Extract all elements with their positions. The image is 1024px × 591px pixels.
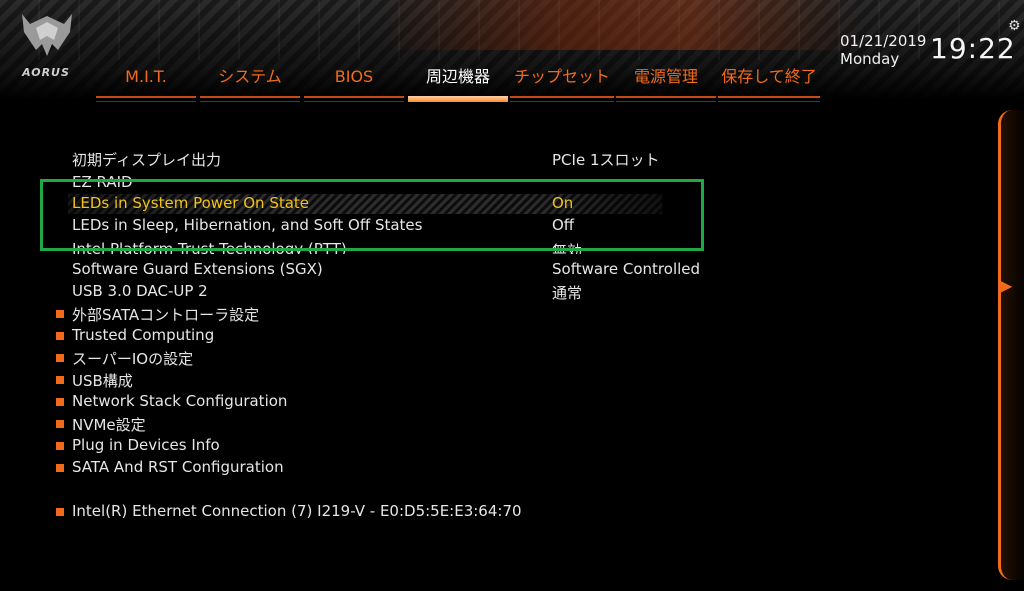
tab-chipset[interactable]: チップセット bbox=[510, 66, 614, 102]
tab-system[interactable]: システム bbox=[200, 66, 300, 102]
submenu-nvme[interactable]: NVMe設定 bbox=[72, 414, 146, 435]
chevron-right-icon[interactable]: ▶ bbox=[1000, 276, 1012, 295]
setting-usb-dac-up-label[interactable]: USB 3.0 DAC-UP 2 bbox=[72, 282, 208, 300]
submenu-bullet-icon bbox=[56, 508, 64, 516]
tab-power-management[interactable]: 電源管理 bbox=[616, 66, 716, 102]
setting-initial-display-output-value[interactable]: PCIe 1スロット bbox=[552, 149, 659, 170]
submenu-bullet-icon bbox=[56, 420, 64, 428]
tab-bios[interactable]: BIOS bbox=[304, 66, 404, 102]
setting-sgx-label[interactable]: Software Guard Extensions (SGX) bbox=[72, 260, 323, 278]
clock-time: 19:22 bbox=[930, 32, 1016, 65]
side-panel-tab[interactable] bbox=[998, 110, 1024, 580]
tab-mit[interactable]: M.I.T. bbox=[96, 66, 196, 102]
submenu-bullet-icon bbox=[56, 376, 64, 384]
submenu-intel-ethernet[interactable]: Intel(R) Ethernet Connection (7) I219-V … bbox=[72, 502, 522, 520]
submenu-sata-rst[interactable]: SATA And RST Configuration bbox=[72, 458, 284, 476]
submenu-bullet-icon bbox=[56, 464, 64, 472]
submenu-plug-in-devices[interactable]: Plug in Devices Info bbox=[72, 436, 220, 454]
submenu-bullet-icon bbox=[56, 354, 64, 362]
submenu-bullet-icon bbox=[56, 332, 64, 340]
submenu-super-io[interactable]: スーパーIOの設定 bbox=[72, 348, 193, 369]
submenu-trusted-computing[interactable]: Trusted Computing bbox=[72, 326, 214, 344]
submenu-usb-config[interactable]: USB構成 bbox=[72, 370, 133, 391]
submenu-bullet-icon bbox=[56, 310, 64, 318]
logo-text: AORUS bbox=[22, 66, 70, 79]
annotation-box bbox=[40, 179, 704, 251]
submenu-external-sata[interactable]: 外部SATAコントローラ設定 bbox=[72, 304, 259, 325]
gear-icon[interactable]: ⚙ bbox=[1008, 18, 1021, 34]
clock-date: 01/21/2019 Monday bbox=[840, 32, 926, 68]
tab-save-and-exit[interactable]: 保存して終了 bbox=[718, 66, 820, 102]
submenu-network-stack[interactable]: Network Stack Configuration bbox=[72, 392, 287, 410]
day-text: Monday bbox=[840, 50, 900, 68]
setting-initial-display-output-label[interactable]: 初期ディスプレイ出力 bbox=[72, 149, 221, 170]
submenu-bullet-icon bbox=[56, 442, 64, 450]
setting-sgx-value[interactable]: Software Controlled bbox=[552, 260, 700, 278]
date-text: 01/21/2019 bbox=[840, 32, 927, 50]
setting-usb-dac-up-value[interactable]: 通常 bbox=[552, 282, 582, 303]
submenu-bullet-icon bbox=[56, 398, 64, 406]
tab-peripherals[interactable]: 周辺機器 bbox=[408, 66, 508, 102]
